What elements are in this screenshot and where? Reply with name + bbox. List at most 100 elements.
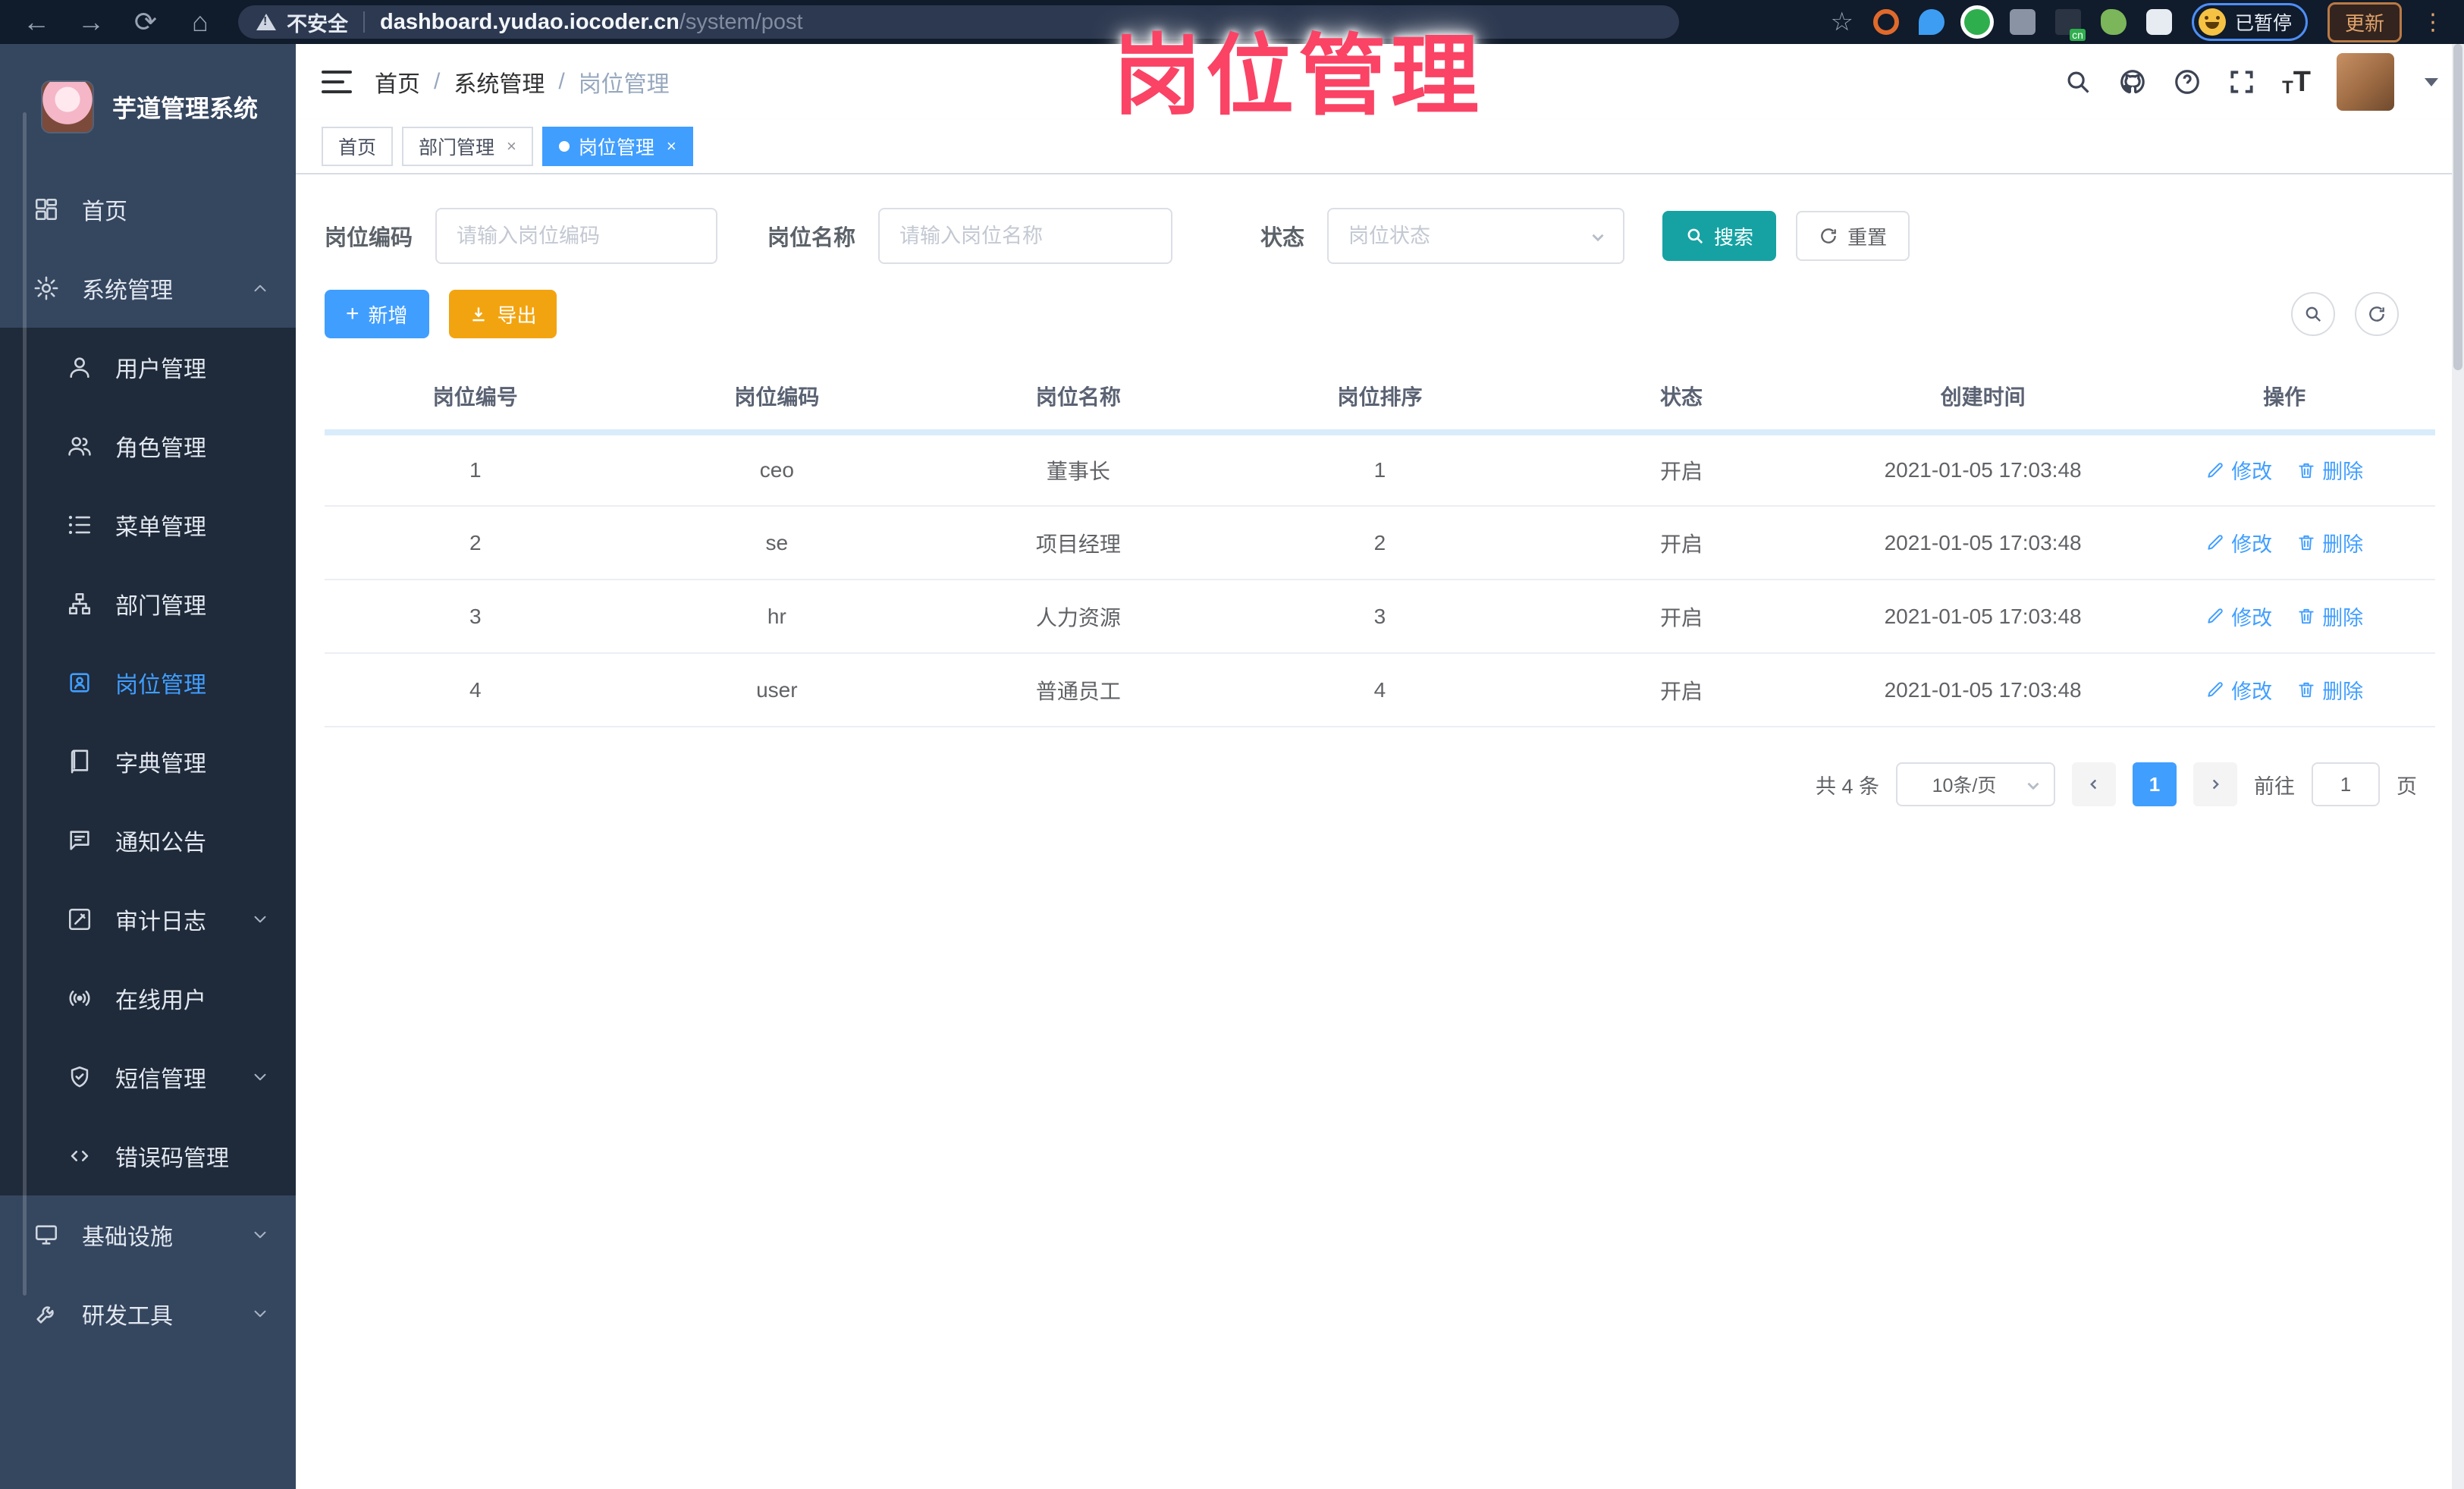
sidebar-item-label: 审计日志 — [115, 909, 206, 935]
extension-icon-green-check[interactable] — [1963, 9, 1990, 35]
breadcrumb-home[interactable]: 首页 — [375, 65, 420, 99]
sidebar-item-label: 研发工具 — [82, 1304, 173, 1329]
column-header: 创建时间 — [1832, 361, 2134, 435]
sidebar-item-1[interactable]: 系统管理 — [0, 249, 296, 328]
delete-link[interactable]: 删除 — [2296, 455, 2363, 485]
post-code-input[interactable] — [435, 208, 718, 264]
fullscreen-icon[interactable] — [2227, 68, 2256, 96]
profile-paused-badge[interactable]: 已暂停 — [2191, 3, 2308, 41]
annotation-overlay: 岗位管理 — [1113, 27, 1483, 125]
delete-link[interactable]: 删除 — [2296, 602, 2363, 631]
goto-page-input[interactable] — [2312, 762, 2380, 806]
security-label[interactable]: 不安全 — [287, 8, 348, 37]
url-path: /system/post — [679, 9, 803, 34]
cell-status: 开启 — [1530, 653, 1832, 727]
cell-sort: 2 — [1229, 506, 1531, 580]
breadcrumb-system[interactable]: 系统管理 — [454, 65, 545, 99]
browser-back-icon[interactable]: ← — [20, 8, 53, 36]
page-number-button[interactable]: 1 — [2133, 762, 2177, 806]
tab-2[interactable]: 岗位管理 × — [541, 127, 693, 166]
extension-icon-gray[interactable] — [2009, 9, 2036, 35]
sidebar-item-0[interactable]: 首页 — [0, 170, 296, 249]
add-button[interactable]: + 新增 — [325, 290, 429, 338]
reset-button[interactable]: 重置 — [1796, 211, 1910, 261]
tab-close-icon[interactable]: × — [667, 137, 676, 156]
window-scrollbar-thumb[interactable] — [2453, 44, 2462, 370]
tab-label: 部门管理 — [419, 137, 495, 159]
sidebar-item-12[interactable]: 错误码管理 — [0, 1117, 296, 1195]
post-name-input[interactable] — [878, 208, 1173, 264]
refresh-button[interactable] — [2355, 292, 2399, 336]
help-icon[interactable] — [2173, 68, 2202, 96]
sidebar-scrollbar[interactable] — [23, 112, 27, 1296]
cell-status: 开启 — [1530, 432, 1832, 507]
refresh-icon — [2369, 306, 2384, 322]
sidebar-item-14[interactable]: 研发工具 — [0, 1274, 296, 1353]
next-page-button[interactable] — [2193, 762, 2237, 806]
delete-link[interactable]: 删除 — [2296, 675, 2363, 705]
trash-icon — [2299, 609, 2314, 624]
infra-icon — [35, 1225, 58, 1245]
extension-icon-dark-cn[interactable]: cn — [2054, 9, 2086, 41]
toggle-search-button[interactable] — [2291, 292, 2335, 336]
user-avatar[interactable] — [2337, 53, 2394, 111]
tab-1[interactable]: 部门管理 × — [402, 127, 533, 166]
dict-book-icon — [71, 749, 89, 774]
tab-close-icon[interactable]: × — [507, 137, 516, 156]
sidebar-item-3[interactable]: 角色管理 — [0, 407, 296, 485]
sidebar-item-5[interactable]: 部门管理 — [0, 564, 296, 643]
status-select[interactable] — [1327, 208, 1625, 264]
security-warning-icon — [256, 14, 276, 30]
extension-icon-blue-drop[interactable] — [1918, 9, 1945, 35]
export-button[interactable]: 导出 — [448, 290, 557, 338]
edit-link[interactable]: 修改 — [2205, 675, 2272, 705]
edit-link[interactable]: 修改 — [2205, 528, 2272, 558]
github-icon[interactable] — [2118, 68, 2147, 96]
browser-forward-icon[interactable]: → — [74, 8, 108, 36]
sidebar-item-10[interactable]: 在线用户 — [0, 959, 296, 1038]
browser-reload-icon[interactable]: ⟳ — [129, 8, 162, 36]
extension-icon-orange-ring[interactable] — [1872, 9, 1899, 35]
edit-link[interactable]: 修改 — [2205, 602, 2272, 631]
menu-list-icon — [68, 515, 91, 535]
app-logo-row[interactable]: 芋道管理系统 — [0, 44, 296, 170]
sidebar-item-7[interactable]: 字典管理 — [0, 722, 296, 801]
trash-icon — [2299, 463, 2314, 478]
sidebar-item-6[interactable]: 岗位管理 — [0, 643, 296, 722]
browser-update-button[interactable]: 更新 — [2327, 2, 2402, 42]
page-size-select[interactable]: 10条/页 — [1896, 762, 2055, 806]
user-icon — [70, 357, 89, 379]
filter-form: 岗位编码 岗位名称 状态 搜索 重置 — [325, 208, 2435, 264]
delete-link[interactable]: 删除 — [2296, 528, 2363, 558]
cell-sort: 3 — [1229, 580, 1531, 654]
cell-actions: 修改 删除 — [2133, 653, 2435, 727]
search-button-icon — [1687, 228, 1703, 244]
sidebar-item-label: 通知公告 — [115, 831, 206, 856]
post-code-label: 岗位编码 — [325, 226, 413, 250]
sidebar-item-2[interactable]: 用户管理 — [0, 328, 296, 407]
edit-link[interactable]: 修改 — [2205, 455, 2272, 485]
code-icon — [71, 1151, 89, 1161]
cell-sort: 1 — [1229, 432, 1531, 507]
search-button[interactable]: 搜索 — [1662, 211, 1777, 261]
font-size-icon[interactable]: TT — [2282, 66, 2311, 99]
sidebar-item-4[interactable]: 菜单管理 — [0, 485, 296, 564]
search-icon[interactable] — [2064, 68, 2092, 96]
sidebar-item-13[interactable]: 基础设施 — [0, 1195, 296, 1274]
sidebar-item-11[interactable]: 短信管理 — [0, 1038, 296, 1117]
avatar-caret-icon[interactable] — [2425, 77, 2438, 86]
hamburger-icon[interactable] — [322, 69, 352, 95]
sidebar-item-8[interactable]: 通知公告 — [0, 801, 296, 880]
bookmark-star-icon[interactable]: ☆ — [1830, 7, 1853, 37]
table-row: 3 hr 人力资源 3 开启 2021-01-05 17:03:48 修改 删除 — [325, 580, 2435, 654]
browser-menu-icon[interactable]: ⋮ — [2422, 9, 2444, 36]
extension-icon-puzzle[interactable] — [2145, 9, 2172, 35]
sidebar-item-9[interactable]: 审计日志 — [0, 880, 296, 959]
window-scrollbar[interactable] — [2452, 44, 2464, 1489]
browser-home-icon[interactable]: ⌂ — [184, 8, 217, 36]
prev-page-button[interactable] — [2072, 762, 2116, 806]
extension-icon-green-leaf[interactable] — [2100, 9, 2127, 35]
sidebar-item-label: 字典管理 — [115, 752, 206, 777]
breadcrumb: 首页 / 系统管理 / 岗位管理 — [375, 65, 670, 99]
tab-0[interactable]: 首页 — [322, 127, 394, 166]
